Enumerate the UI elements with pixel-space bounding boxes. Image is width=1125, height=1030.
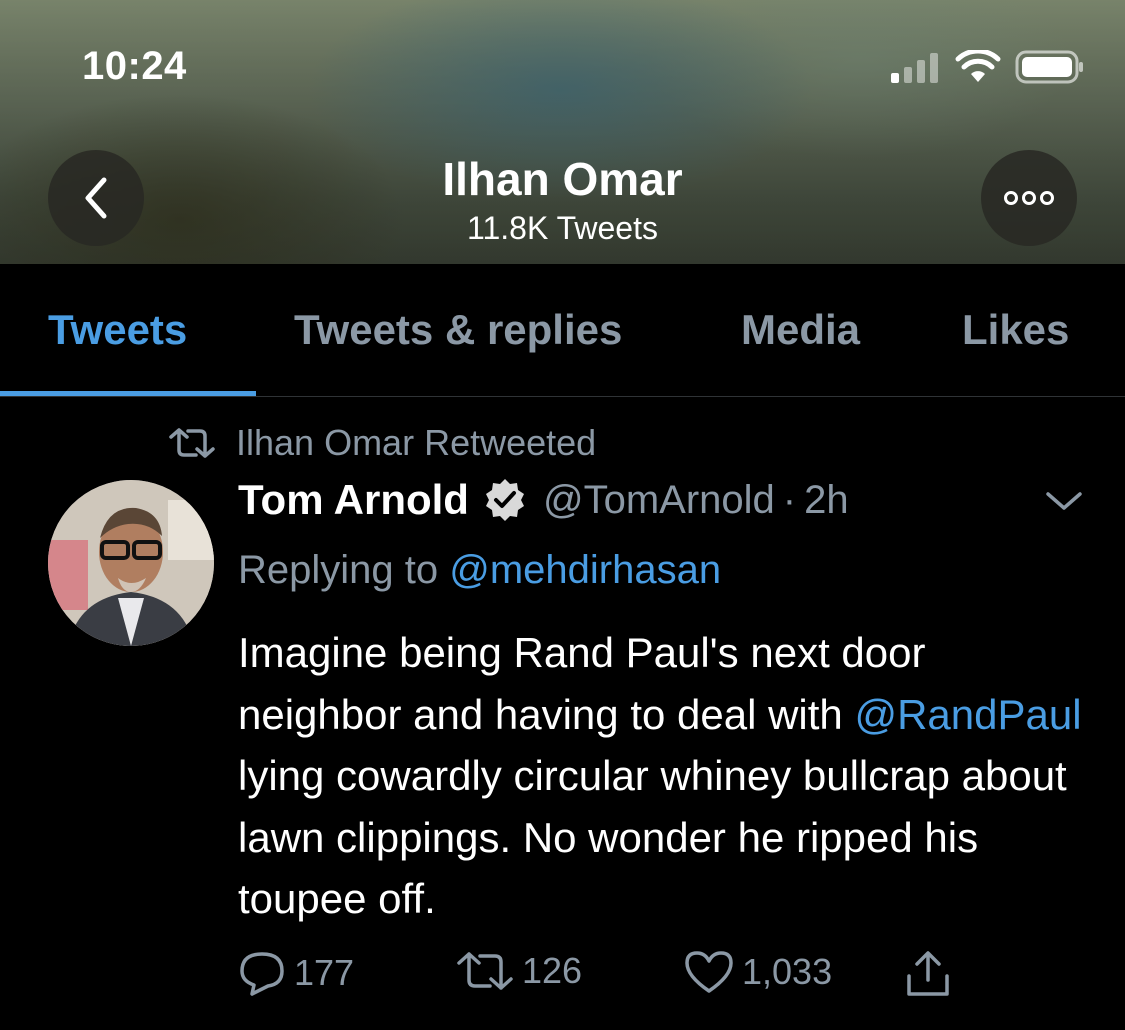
share-icon	[907, 951, 949, 996]
verified-badge-icon	[485, 479, 524, 521]
tweet-text-part1: Imagine being Rand Paul's next door neig…	[238, 629, 926, 738]
wifi-icon	[955, 50, 1001, 82]
like-count: 1,033	[742, 951, 833, 992]
tab-tweets[interactable]: Tweets	[48, 306, 187, 354]
profile-tabs: Tweets Tweets & replies Media Likes	[0, 264, 1125, 397]
avatar[interactable]	[48, 480, 214, 646]
mention-link[interactable]: @RandPaul	[854, 691, 1081, 738]
tweet-actions: 177 126 1,033	[238, 950, 978, 1000]
retweet-icon	[457, 952, 513, 990]
profile-name: Ilhan Omar	[442, 153, 683, 205]
replying-prefix: Replying to	[238, 548, 439, 592]
active-tab-indicator	[0, 391, 256, 396]
tab-tweets-replies[interactable]: Tweets & replies	[294, 306, 622, 354]
tweet-time: 2h	[804, 477, 849, 522]
meta-separator: ·	[782, 477, 797, 522]
retweet-icon	[169, 428, 215, 458]
status-time: 10:24	[82, 44, 187, 88]
tweet-author-row: Tom Arnold @TomArnold · 2h	[238, 476, 849, 524]
reply-count: 177	[294, 952, 355, 993]
replying-to-mention[interactable]: @mehdirhasan	[449, 548, 721, 592]
retweet-context: Ilhan Omar Retweeted	[168, 422, 596, 464]
tab-media[interactable]: Media	[741, 306, 860, 354]
chevron-down-icon[interactable]	[1044, 488, 1084, 516]
author-name[interactable]: Tom Arnold	[238, 476, 469, 524]
battery-icon	[1015, 50, 1083, 84]
heart-icon	[685, 951, 733, 993]
more-options-button[interactable]	[981, 150, 1077, 246]
ellipsis-icon	[1004, 191, 1054, 205]
status-icons	[891, 50, 1085, 84]
tab-likes[interactable]: Likes	[962, 306, 1069, 354]
retweet-button[interactable]: 126	[456, 950, 582, 992]
tweet-count: 11.8K Tweets	[467, 210, 658, 246]
tweet-text: Imagine being Rand Paul's next door neig…	[238, 622, 1098, 930]
avatar-image	[48, 480, 214, 646]
replying-to: Replying to @mehdirhasan	[238, 548, 721, 593]
reply-button[interactable]: 177	[238, 950, 354, 996]
retweet-count: 126	[522, 950, 583, 991]
cellular-signal-icon	[891, 53, 938, 83]
share-button[interactable]	[904, 950, 952, 998]
reply-icon	[240, 952, 284, 996]
like-button[interactable]: 1,033	[684, 950, 832, 994]
tweet-text-part2: lying cowardly circular whiney bullcrap …	[238, 752, 1067, 922]
author-handle: @TomArnold	[542, 477, 775, 522]
retweet-label: Ilhan Omar Retweeted	[236, 422, 597, 463]
profile-header-banner: 10:24 Ilhan Omar 11.8K Tweets	[0, 0, 1125, 264]
